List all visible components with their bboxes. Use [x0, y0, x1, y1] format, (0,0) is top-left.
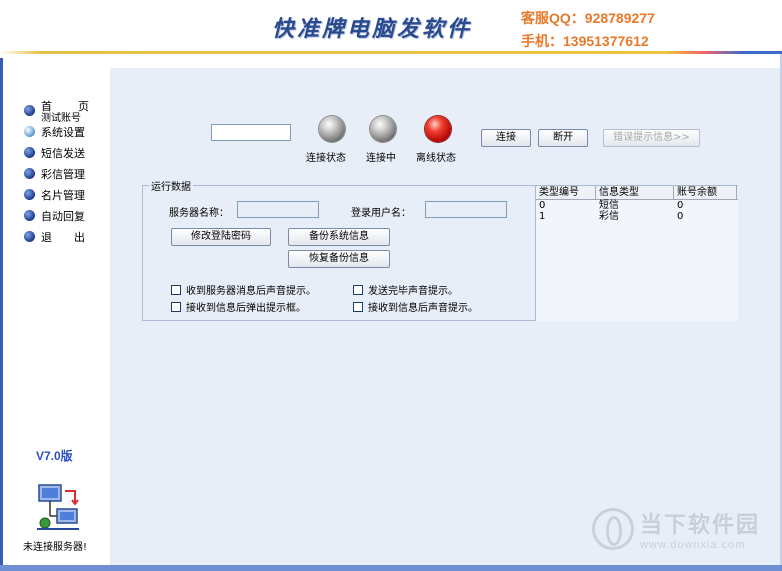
login-user-label: 登录用户名：: [351, 208, 411, 219]
nav-bullet-icon: [24, 189, 35, 200]
table-cell: 彩信: [599, 211, 619, 222]
table-cell: 0: [539, 200, 546, 211]
sidebar-nav: 首页 测试账号 系统设置 短信发送 彩信管理 名片管理 自动回复 退出: [24, 100, 107, 247]
watermark-logo-icon: [591, 508, 634, 550]
status-display-box: [211, 124, 291, 141]
network-computer-icon: [37, 484, 79, 530]
sidebar-item-card-manage[interactable]: 名片管理: [24, 184, 107, 205]
sidebar-item-home[interactable]: 首页 测试账号: [24, 100, 107, 124]
sidebar-item-system-settings[interactable]: 系统设置: [24, 121, 107, 142]
table-cell: 1: [539, 211, 546, 222]
error-info-button[interactable]: 错误提示信息>>: [603, 129, 700, 147]
checkbox-box[interactable]: [171, 284, 181, 295]
server-name-field[interactable]: [237, 201, 319, 218]
status-light-label: 连接中: [366, 153, 396, 164]
sidebar-item-label: 名片管理: [41, 188, 85, 202]
watermark-text: 当下软件园 www.downxia.com: [640, 507, 760, 551]
checkbox-label: 收到服务器消息后声音提示。: [186, 286, 316, 297]
sidebar-item-label: 系统设置: [41, 125, 85, 139]
table-row[interactable]: 1 彩信 0: [536, 211, 738, 222]
sidebar-item-sms-send[interactable]: 短信发送: [24, 142, 107, 163]
checkbox-receive-sound[interactable]: 接收到信息后声音提示。: [353, 299, 478, 314]
run-data-title: 运行数据: [149, 178, 193, 193]
sidebar-item-label: 彩信管理: [41, 167, 85, 181]
server-name-label: 服务器名称：: [169, 208, 229, 219]
app-logo-title: 快准牌电脑发软件: [272, 16, 473, 42]
nav-bullet-icon: [24, 147, 35, 158]
nav-bullet-icon: [24, 231, 35, 242]
table-cell: 0: [677, 200, 684, 211]
column-header-balance[interactable]: 账号余额: [674, 186, 737, 199]
status-light-label: 连接状态: [306, 153, 346, 164]
restore-backup-button[interactable]: 恢复备份信息: [288, 250, 390, 268]
checkbox-server-message-sound[interactable]: 收到服务器消息后声音提示。: [171, 282, 316, 297]
sidebar-item-label: 退出: [41, 230, 107, 244]
sidebar-item-label: 自动回复: [41, 209, 85, 223]
sidebar-item-exit[interactable]: 退出: [24, 226, 107, 247]
table-row[interactable]: 0 短信 0: [536, 200, 738, 211]
table-header: 类型编号 信息类型 账号余额: [536, 186, 738, 200]
main-panel: 连接状态 连接中 离线状态 连接 断开 错误提示信息>> 运行数据 服务器名称：…: [110, 68, 780, 571]
sidebar-item-test-account-label: 测试账号: [41, 113, 81, 124]
contact-qq: 客服QQ：928789277: [521, 10, 655, 26]
sidebar-item-mms-manage[interactable]: 彩信管理: [24, 163, 107, 184]
table-cell: 短信: [599, 200, 619, 211]
table-cell: 0: [677, 211, 684, 222]
checkbox-box[interactable]: [353, 301, 363, 312]
bottom-border: [0, 565, 782, 571]
sidebar-item-auto-reply[interactable]: 自动回复: [24, 205, 107, 226]
version-label: V7.0版: [36, 449, 73, 463]
checkbox-send-complete-sound[interactable]: 发送完毕声音提示。: [353, 282, 458, 297]
disconnect-button[interactable]: 断开: [538, 129, 588, 147]
checkbox-popup-on-receive[interactable]: 接收到信息后弹出提示框。: [171, 299, 306, 314]
connect-button[interactable]: 连接: [481, 129, 531, 147]
account-balance-table[interactable]: 类型编号 信息类型 账号余额 0 短信 0 1 彩信 0: [535, 186, 738, 321]
checkbox-box[interactable]: [353, 284, 363, 295]
checkbox-label: 发送完毕声音提示。: [368, 286, 458, 297]
nav-bullet-icon: [24, 210, 35, 221]
run-data-group: 运行数据 服务器名称： 登录用户名： 修改登陆密码 备份系统信息 恢复备份信息 …: [142, 178, 738, 321]
nav-bullet-icon: [24, 168, 35, 179]
contact-info: 客服QQ：928789277 手机：13951377612: [521, 7, 655, 53]
watermark-url: www.downxia.com: [639, 539, 746, 551]
status-light-label: 离线状态: [416, 153, 456, 164]
checkbox-box[interactable]: [171, 301, 181, 312]
app-header: 快准牌电脑发软件 客服QQ：928789277 手机：13951377612: [0, 0, 782, 58]
login-user-field[interactable]: [425, 201, 507, 218]
sidebar: 首页 测试账号 系统设置 短信发送 彩信管理 名片管理 自动回复 退出 V7.0…: [3, 58, 106, 571]
status-light-offline: [425, 116, 451, 142]
header-divider: [0, 51, 782, 54]
status-light-connected: [319, 116, 345, 142]
change-password-button[interactable]: 修改登陆密码: [171, 228, 271, 246]
checkbox-label: 接收到信息后声音提示。: [368, 303, 478, 314]
column-header-type-id[interactable]: 类型编号: [536, 186, 596, 199]
contact-phone: 手机：13951377612: [521, 33, 649, 49]
watermark: 当下软件园 www.downxia.com: [591, 507, 760, 551]
nav-bullet-active-icon: [24, 126, 35, 137]
watermark-title: 当下软件园: [639, 513, 760, 538]
sidebar-item-label: 短信发送: [41, 146, 85, 160]
checkbox-label: 接收到信息后弹出提示框。: [186, 303, 306, 314]
server-connection-status: 未连接服务器!: [23, 542, 88, 553]
column-header-info-type[interactable]: 信息类型: [596, 186, 674, 199]
status-light-connecting: [370, 116, 396, 142]
backup-system-button[interactable]: 备份系统信息: [288, 228, 390, 246]
nav-bullet-icon: [24, 105, 35, 116]
